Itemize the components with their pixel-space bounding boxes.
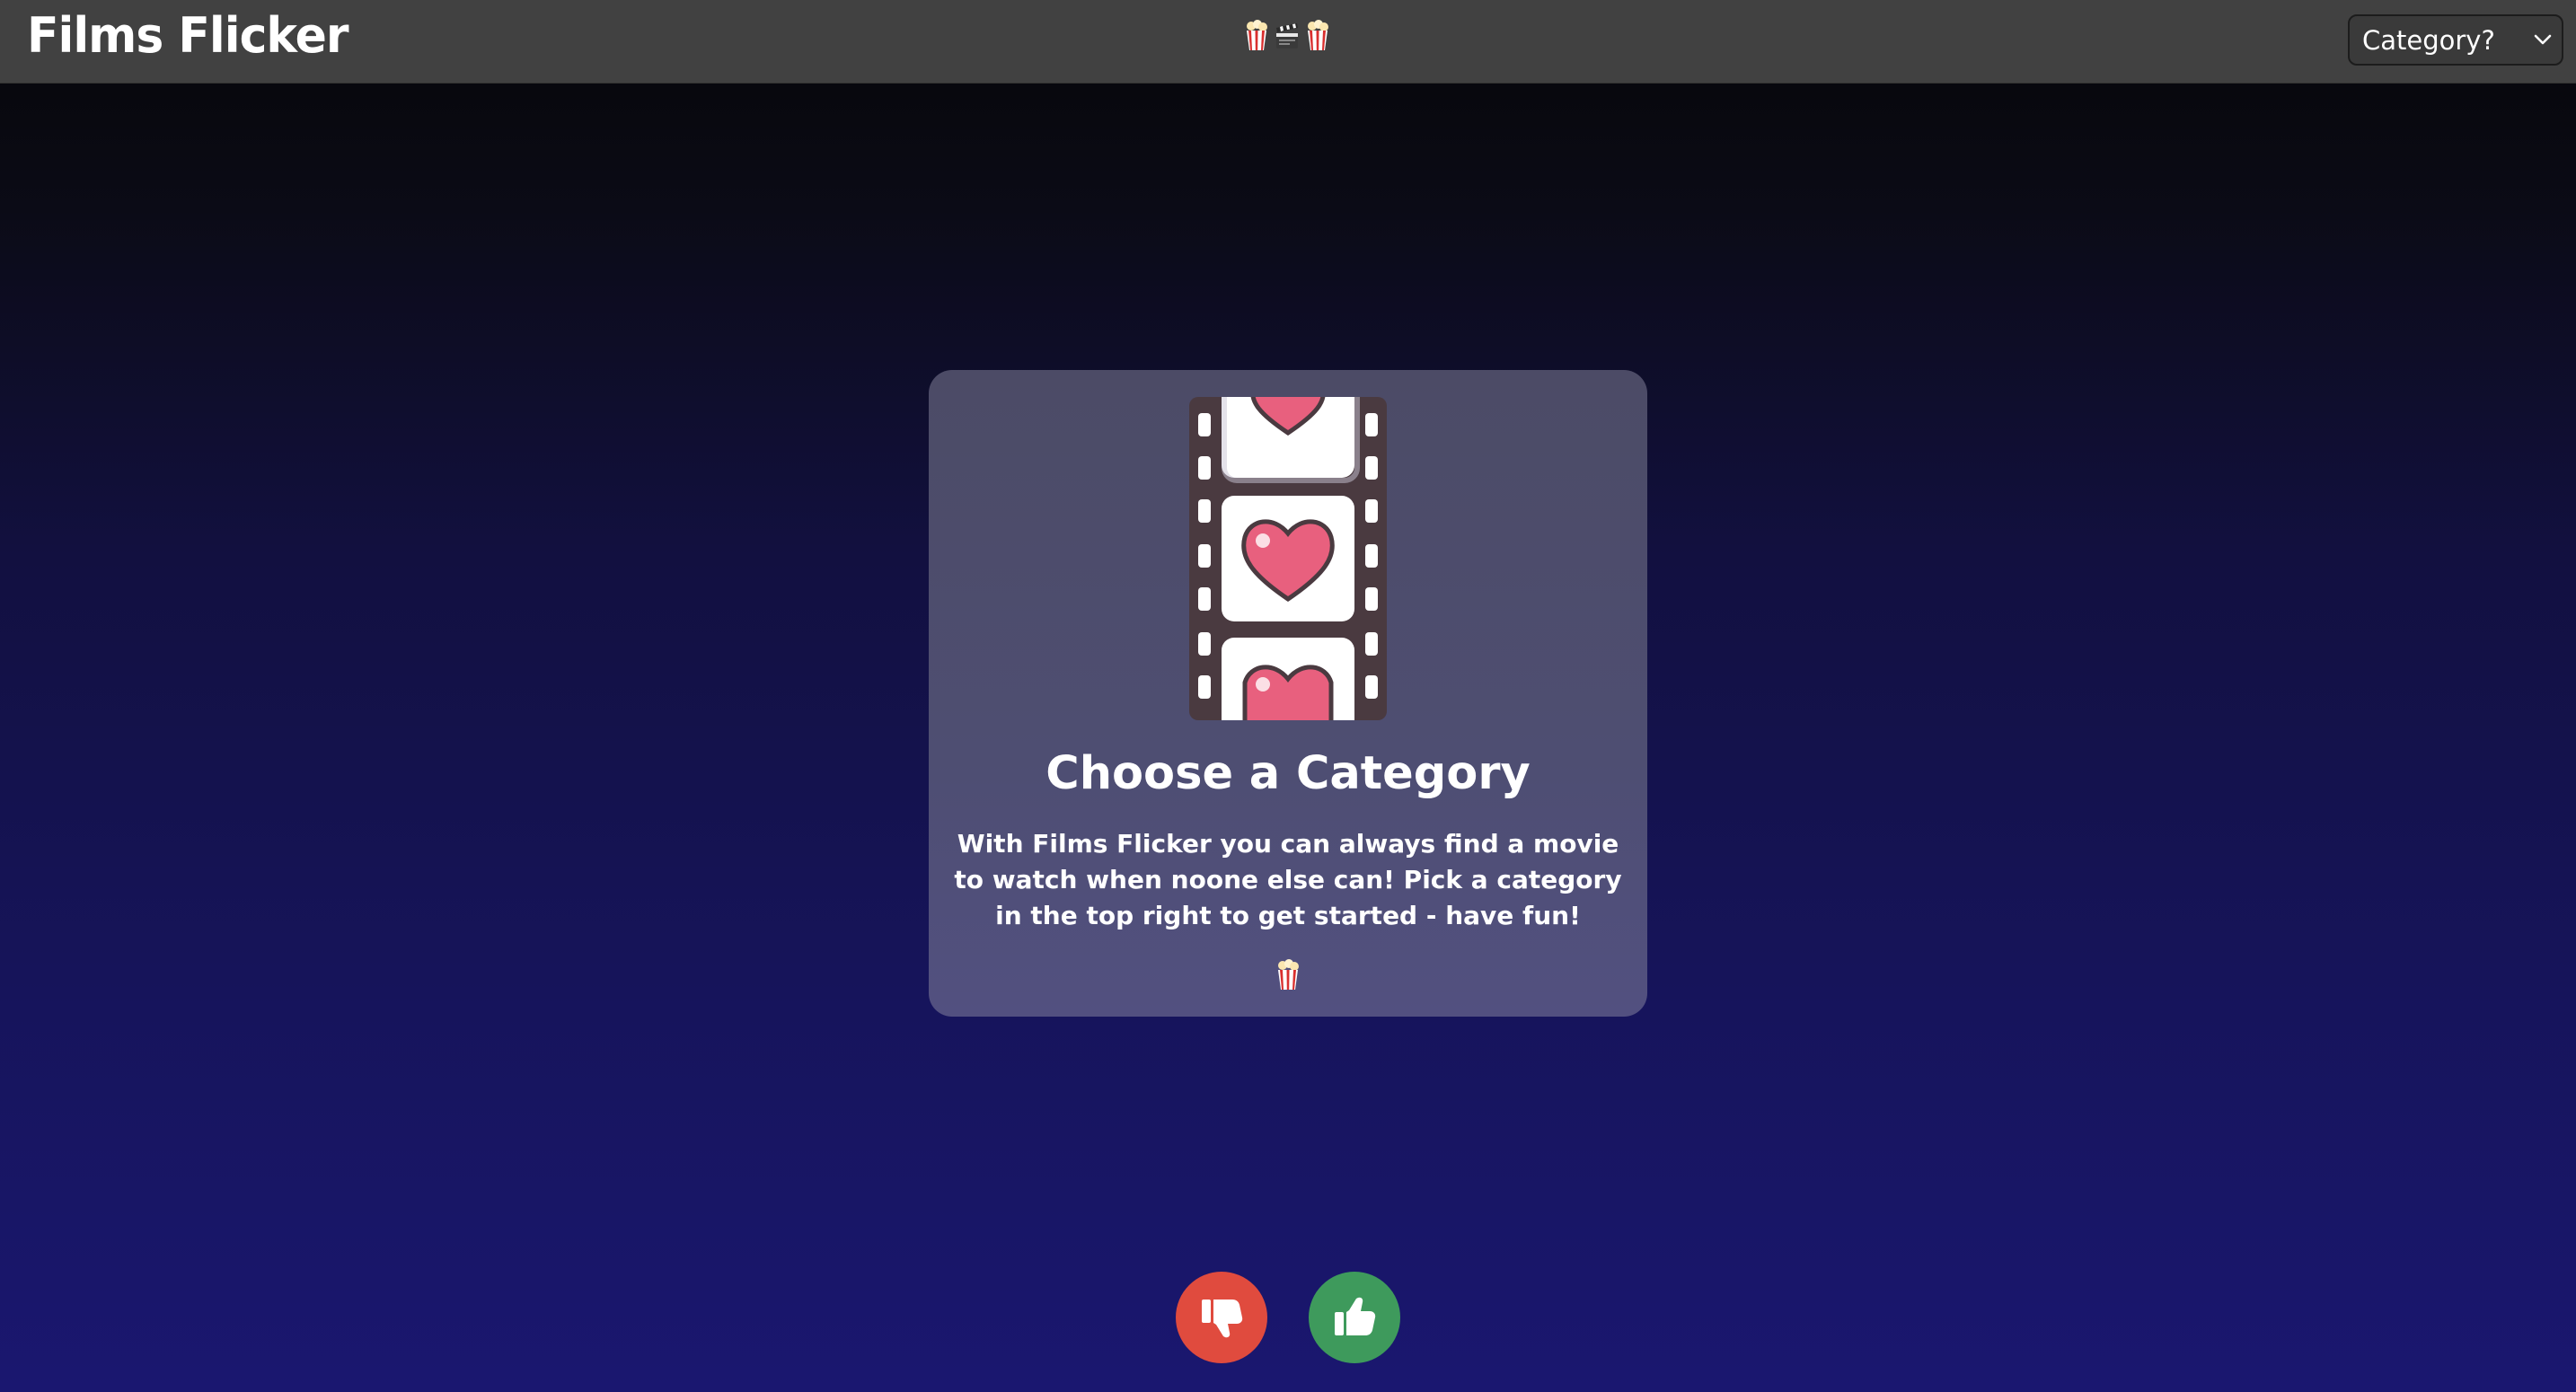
app-logo[interactable]: Films Flicker [27,8,348,65]
popcorn-icon [1247,20,1267,50]
card-description: With Films Flicker you can always find a… [954,829,1622,930]
header-emoji-group [1243,20,1331,52]
welcome-card: Choose a Category With Films Flicker you… [929,370,1647,1017]
popcorn-icon [1278,959,1299,990]
clapperboard-icon [1276,23,1298,48]
like-button[interactable] [1309,1272,1400,1363]
popcorn-icon [1308,20,1328,50]
category-select[interactable]: Category? [2348,14,2563,66]
dislike-button[interactable] [1176,1272,1267,1363]
card-title: Choose a Category [1045,747,1531,800]
chevron-down-icon [2534,34,2552,45]
top-navbar: Films Flicker Category? [0,0,2576,84]
thumbs-up-icon [1335,1297,1376,1335]
thumbs-down-icon [1202,1299,1243,1338]
category-select-value: Category? [2362,24,2495,56]
film-strip-heart-icon [1189,397,1387,720]
